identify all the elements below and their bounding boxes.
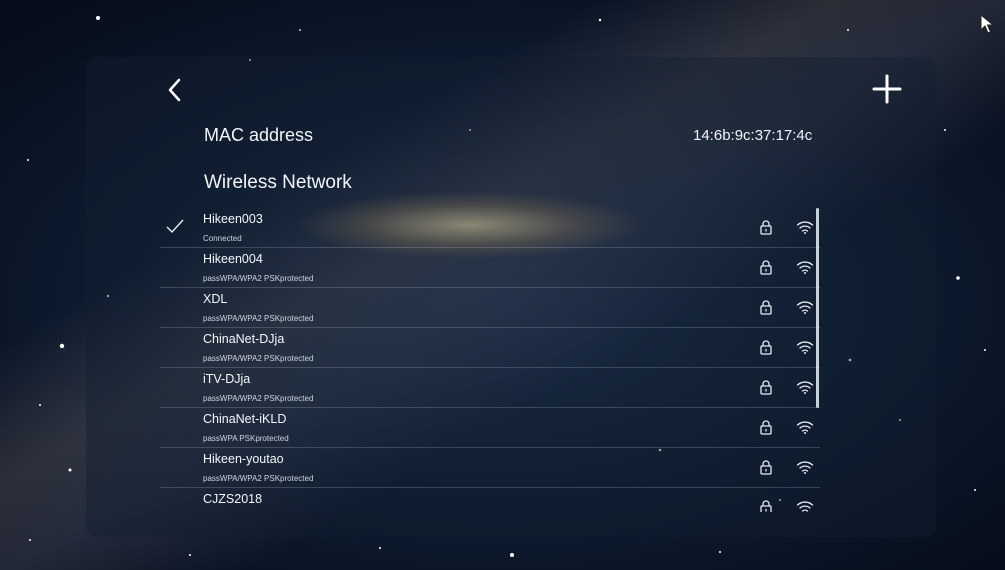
- network-status: passWPA/WPA2 PSKprotected: [203, 354, 314, 363]
- network-row[interactable]: XDL passWPA/WPA2 PSKprotected: [160, 287, 820, 328]
- add-network-button[interactable]: [870, 72, 904, 106]
- network-status: passWPA/WPA2 PSKprotected: [203, 394, 314, 403]
- network-name: ChinaNet-iKLD: [203, 412, 287, 426]
- network-status: passWPA PSKprotected: [203, 434, 289, 443]
- lock-icon: [760, 340, 772, 355]
- mac-address-value: 14:6b:9c:37:17:4c: [693, 127, 813, 144]
- network-row[interactable]: iTV-DJja passWPA/WPA2 PSKprotected: [160, 367, 820, 408]
- checkmark-icon: [166, 219, 184, 234]
- lock-icon: [760, 460, 772, 475]
- network-name: ChinaNet-DJja: [203, 332, 285, 346]
- wifi-signal-icon: [796, 461, 814, 474]
- wifi-signal-icon: [796, 341, 814, 354]
- network-name: XDL: [203, 292, 228, 306]
- lock-icon: [760, 500, 772, 512]
- network-row[interactable]: CJZS2018: [160, 487, 820, 512]
- lock-icon: [760, 220, 772, 235]
- wifi-signal-icon: [796, 381, 814, 394]
- lock-icon: [760, 380, 772, 395]
- network-row[interactable]: Hikeen003 Connected: [160, 207, 820, 248]
- chevron-left-icon: [168, 78, 181, 102]
- network-row[interactable]: ChinaNet-iKLD passWPA PSKprotected: [160, 407, 820, 448]
- back-button[interactable]: [162, 75, 190, 105]
- wifi-signal-icon: [796, 301, 814, 314]
- network-list[interactable]: Hikeen003 Connected Hikeen004 passWPA/WP…: [160, 207, 820, 512]
- mac-address-label: MAC address: [204, 125, 314, 145]
- network-name: iTV-DJja: [203, 372, 251, 386]
- network-row[interactable]: Hikeen-youtao passWPA/WPA2 PSKprotected: [160, 447, 820, 488]
- list-scrollbar[interactable]: [816, 208, 819, 408]
- wifi-signal-icon: [796, 221, 814, 234]
- network-name: CJZS2018: [203, 492, 263, 506]
- lock-icon: [760, 420, 772, 435]
- network-status: Connected: [203, 234, 242, 243]
- network-row[interactable]: Hikeen004 passWPA/WPA2 PSKprotected: [160, 247, 820, 288]
- network-status: passWPA/WPA2 PSKprotected: [203, 474, 314, 483]
- network-name: Hikeen004: [203, 252, 263, 266]
- network-status: passWPA/WPA2 PSKprotected: [203, 314, 314, 323]
- network-name: Hikeen003: [203, 212, 263, 226]
- mouse-cursor-icon: [980, 14, 994, 34]
- network-row[interactable]: ChinaNet-DJja passWPA/WPA2 PSKprotected: [160, 327, 820, 368]
- wifi-signal-icon: [796, 501, 814, 512]
- network-status: passWPA/WPA2 PSKprotected: [203, 274, 314, 283]
- wireless-network-title: Wireless Network: [204, 172, 352, 193]
- lock-icon: [760, 260, 772, 275]
- lock-icon: [760, 300, 772, 315]
- network-name: Hikeen-youtao: [203, 452, 284, 466]
- wifi-signal-icon: [796, 261, 814, 274]
- wifi-signal-icon: [796, 421, 814, 434]
- plus-icon: [872, 74, 902, 104]
